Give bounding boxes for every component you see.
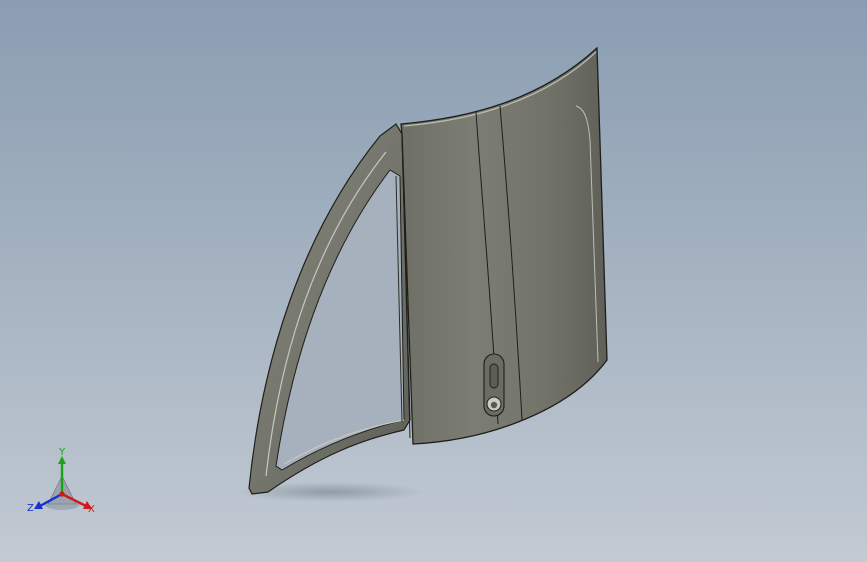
graphics-viewport[interactable]: Y X Z — [0, 0, 867, 562]
x-axis-label: X — [88, 504, 95, 515]
z-axis-label: Z — [27, 503, 34, 514]
y-axis-label: Y — [59, 447, 66, 458]
handle-slot-inner — [489, 363, 499, 389]
door-model[interactable] — [0, 0, 867, 562]
axis-triad: Y X Z — [26, 448, 106, 520]
lock-hole-core — [490, 401, 498, 409]
triad-origin — [59, 491, 65, 497]
